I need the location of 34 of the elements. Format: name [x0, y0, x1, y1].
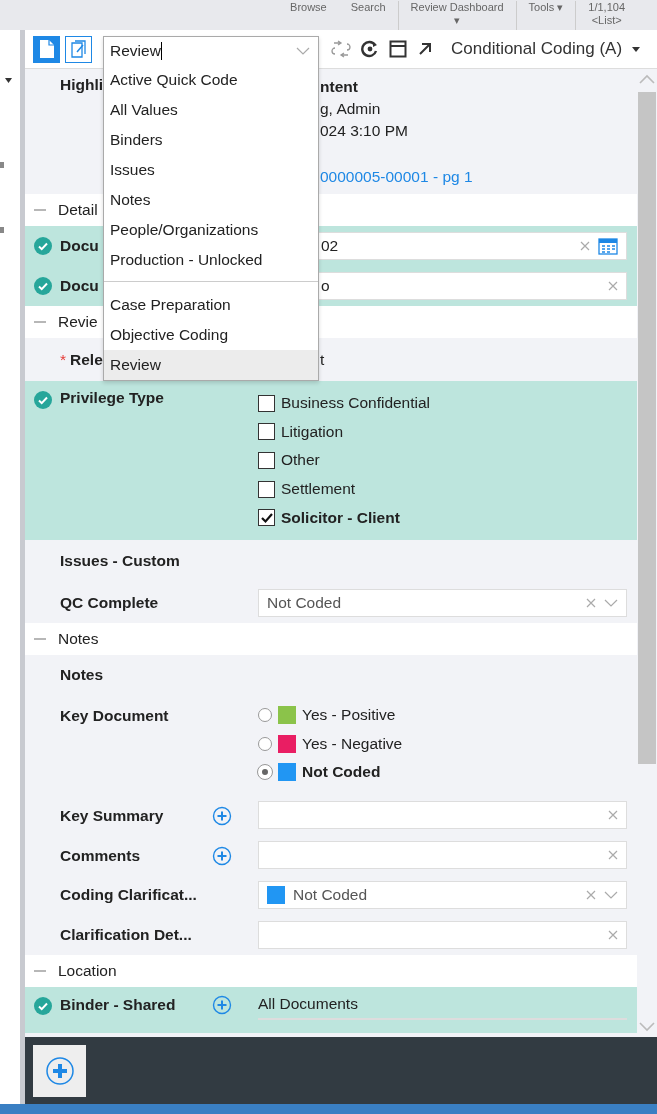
field-label: Key Summary [60, 806, 164, 825]
field-label: Rele [70, 350, 103, 369]
select-value: Review [110, 42, 161, 60]
field-label: Docu [60, 237, 99, 255]
field-value: o [320, 277, 331, 295]
info-text: g, Admin [320, 99, 382, 119]
field-label: Docu [60, 277, 99, 295]
checkbox-label: Litigation [281, 422, 344, 441]
field-value: t [320, 350, 326, 369]
list-value: All Documents [258, 994, 627, 1020]
field-label: Notes [60, 665, 104, 684]
info-text: 024 3:10 PM [320, 121, 409, 141]
info-text: ntent [320, 77, 359, 97]
field-label: Clarification Det... [60, 925, 192, 944]
radio-label: Yes - Negative [302, 734, 403, 753]
required-mark: * [60, 350, 67, 369]
field-label: Privilege Type [60, 389, 164, 407]
select-value: Not Coded [293, 885, 369, 904]
field-label: Issues - Custom [60, 552, 180, 571]
field-value: 02 [320, 237, 340, 255]
radio-label: Yes - Positive [302, 706, 396, 725]
checkbox-label: Other [281, 451, 320, 470]
field-label: Binder - Shared [60, 995, 176, 1014]
checkbox-label: Settlement [281, 480, 356, 499]
field-label: Key Document [60, 706, 169, 725]
select-value: Not Coded [267, 593, 343, 612]
field-label: Comments [60, 846, 141, 865]
field-label: QC Complete [60, 593, 159, 612]
checkbox-label: Solicitor - Client [281, 508, 400, 527]
radio-label: Not Coded [302, 763, 381, 782]
field-label: Coding Clarificat... [60, 885, 197, 904]
checkbox-label: Business Confidential [281, 394, 431, 413]
panel-title: Conditional Coding (A) [451, 39, 623, 59]
field-label: Highli [60, 76, 104, 94]
